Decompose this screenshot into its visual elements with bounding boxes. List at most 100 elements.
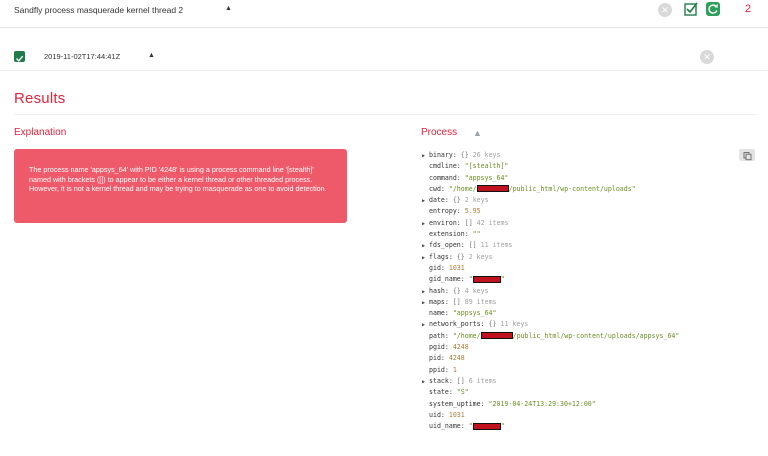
collapse-caret-icon[interactable]: ▲ xyxy=(225,5,232,12)
tree-row: system_uptime: "2019-04-24T13:29:30+12:0… xyxy=(422,399,679,410)
divider xyxy=(14,114,756,115)
expand-triangle-icon: ▶ xyxy=(422,243,426,250)
tree-row: name: "appsys_64" xyxy=(422,308,679,319)
tree-key: maps: xyxy=(429,297,453,306)
clear-icon[interactable]: ✕ xyxy=(700,50,714,64)
tree-row[interactable]: ▶ maps: [] 89 items xyxy=(422,297,679,308)
tree-type: [] xyxy=(452,297,465,306)
tree-key: hash: xyxy=(429,286,453,295)
tree-value: 1 xyxy=(452,365,457,374)
tree-key: network_ports: xyxy=(429,320,489,329)
tree-row[interactable]: ▶ hash: {} 4 keys xyxy=(422,286,679,297)
tree-row: extension: "" xyxy=(422,229,679,240)
tree-key: ppid: xyxy=(429,365,453,374)
tree-row: command: "appsys_64" xyxy=(422,173,679,184)
tree-row: pgid: 4248 xyxy=(422,342,679,353)
tree-type: [] xyxy=(456,376,469,385)
tree-row: gid: 1031 xyxy=(422,263,679,274)
tree-key: command: xyxy=(429,173,465,182)
tree-meta: 26 keys xyxy=(472,151,501,159)
tree-row: path: "/home/ /public_html/wp-content/upl… xyxy=(422,331,679,342)
select-checkbox[interactable] xyxy=(14,51,25,62)
tree-key: extension: xyxy=(429,230,473,239)
redaction-box xyxy=(476,185,509,193)
tree-key: stack: xyxy=(429,376,457,385)
tree-value-suffix: /public_html/wp-content/uploads" xyxy=(508,184,636,193)
tree-meta: 89 items xyxy=(464,297,497,306)
redaction-box xyxy=(480,332,513,340)
tree-row: cmdline: "[stealth]" xyxy=(422,161,679,172)
result-row: 2019-11-02T17:44:41Z ▲ ✕ xyxy=(0,41,768,71)
tree-type: {} xyxy=(452,196,465,205)
tree-row: state: "S" xyxy=(422,387,679,398)
copy-icon xyxy=(743,152,752,161)
tree-row[interactable]: ▶ binary: {} 26 keys xyxy=(422,150,679,161)
redaction-box xyxy=(472,275,501,283)
tree-type: [] xyxy=(464,218,477,227)
expand-caret-icon[interactable]: ▲ xyxy=(148,52,155,59)
tree-key: system_uptime: xyxy=(429,399,489,408)
check-icon xyxy=(15,55,24,62)
process-heading: Process xyxy=(421,127,458,138)
tree-key: flags: xyxy=(429,252,457,261)
tree-value: "2019-04-24T13:29:30+12:00" xyxy=(488,399,596,408)
tree-value: "S" xyxy=(456,388,469,397)
alert-count: 2 xyxy=(745,3,752,15)
tree-meta: 4 keys xyxy=(464,286,489,295)
tree-value: "/home/ xyxy=(452,331,481,340)
approve-checklist-icon[interactable] xyxy=(684,2,698,16)
tree-key: environ: xyxy=(429,218,465,227)
tree-key: cmdline: xyxy=(429,162,465,171)
tree-key: entropy: xyxy=(429,207,465,216)
tree-key: gid: xyxy=(429,263,449,272)
tree-key: gid_name: xyxy=(429,275,469,284)
tree-row: cwd: "/home/ /public_html/wp-content/uplo… xyxy=(422,184,679,195)
tree-row[interactable]: ▶ environ: [] 42 items xyxy=(422,218,679,229)
tree-value-suffix: " xyxy=(500,422,505,431)
tree-value: 1031 xyxy=(448,410,465,419)
tree-type: [] xyxy=(468,241,481,250)
tree-key: pid: xyxy=(429,354,449,363)
tree-row[interactable]: ▶ fds_open: [] 11 items xyxy=(422,240,679,251)
explanation-text: The process name 'appsys_64' with PID '4… xyxy=(29,165,327,194)
tree-type: {} xyxy=(460,151,473,159)
clear-icon[interactable]: ✕ xyxy=(658,3,672,17)
refresh-icon xyxy=(708,4,718,14)
redaction-box xyxy=(472,422,501,430)
tree-key: fds_open: xyxy=(429,241,469,250)
tree-value: 5.95 xyxy=(464,207,481,216)
tree-row: uid: 1031 xyxy=(422,410,679,421)
tree-row[interactable]: ▶ flags: {} 2 keys xyxy=(422,252,679,263)
tree-value: 1031 xyxy=(448,263,465,272)
tree-row[interactable]: ▶ date: {} 2 keys xyxy=(422,195,679,206)
tree-type: {} xyxy=(488,320,501,329)
tree-type: {} xyxy=(456,252,469,261)
tree-meta: 2 keys xyxy=(464,196,489,205)
tree-meta: 42 items xyxy=(476,218,509,227)
alert-title: Sandfly process masquerade kernel thread… xyxy=(14,5,184,15)
tree-row[interactable]: ▶ network_ports: {} 11 keys xyxy=(422,319,679,330)
tree-value: "[stealth]" xyxy=(464,162,509,171)
tree-meta: 2 keys xyxy=(468,252,493,261)
tree-row: ppid: 1 xyxy=(422,365,679,376)
tree-value: 4248 xyxy=(452,343,469,352)
copy-button[interactable] xyxy=(739,149,755,161)
tree-value: "appsys_64" xyxy=(452,309,497,318)
explanation-box: The process name 'appsys_64' with PID '4… xyxy=(14,149,347,223)
tree-row[interactable]: ▶ stack: [] 6 items xyxy=(422,376,679,387)
tree-value: "" xyxy=(472,230,481,239)
tree-key: pgid: xyxy=(429,343,453,352)
refresh-button[interactable] xyxy=(706,2,720,16)
tree-type: {} xyxy=(452,286,465,295)
tree-row: uid_name: " " xyxy=(422,421,679,432)
tree-row: gid_name: " " xyxy=(422,274,679,285)
tree-value: "/home/ xyxy=(448,184,477,193)
tree-row: entropy: 5.95 xyxy=(422,206,679,217)
tree-key: uid: xyxy=(429,410,449,419)
sort-caret-icon[interactable]: ▲ xyxy=(473,128,482,138)
tree-key: name: xyxy=(429,309,453,318)
tree-meta: 11 keys xyxy=(500,320,529,329)
tree-value: "appsys_64" xyxy=(464,173,509,182)
alert-header: Sandfly process masquerade kernel thread… xyxy=(0,0,768,28)
tree-key: uid_name: xyxy=(429,422,469,431)
